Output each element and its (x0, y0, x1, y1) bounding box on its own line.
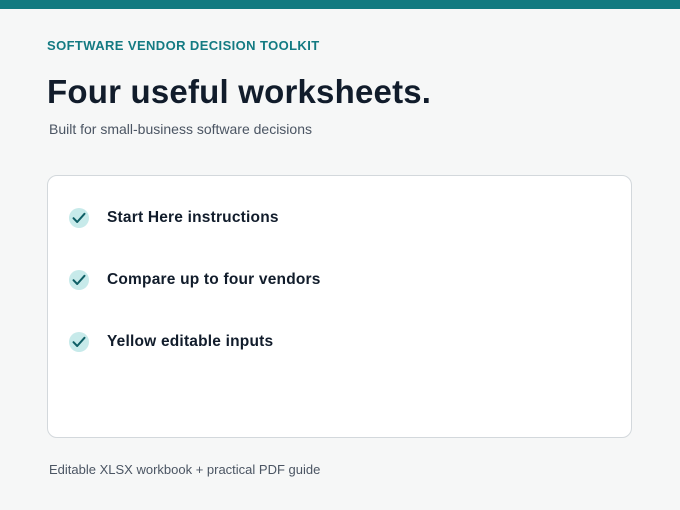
feature-card: Start Here instructions Compare up to fo… (47, 175, 632, 438)
footer-note: Editable XLSX workbook + practical PDF g… (49, 462, 321, 477)
feature-label: Compare up to four vendors (107, 271, 321, 288)
feature-label: Yellow editable inputs (107, 333, 274, 350)
check-icon (69, 208, 89, 228)
eyebrow-label: SOFTWARE VENDOR DECISION TOOLKIT (47, 38, 320, 53)
feature-item-editable-inputs: Yellow editable inputs (69, 331, 273, 353)
top-accent-bar (0, 0, 680, 9)
feature-label: Start Here instructions (107, 209, 279, 226)
feature-item-compare-vendors: Compare up to four vendors (69, 269, 321, 291)
check-icon (69, 332, 89, 352)
feature-item-instructions: Start Here instructions (69, 207, 279, 229)
page-subtitle: Built for small-business software decisi… (49, 121, 312, 137)
check-icon (69, 270, 89, 290)
page-title: Four useful worksheets. (47, 73, 432, 110)
